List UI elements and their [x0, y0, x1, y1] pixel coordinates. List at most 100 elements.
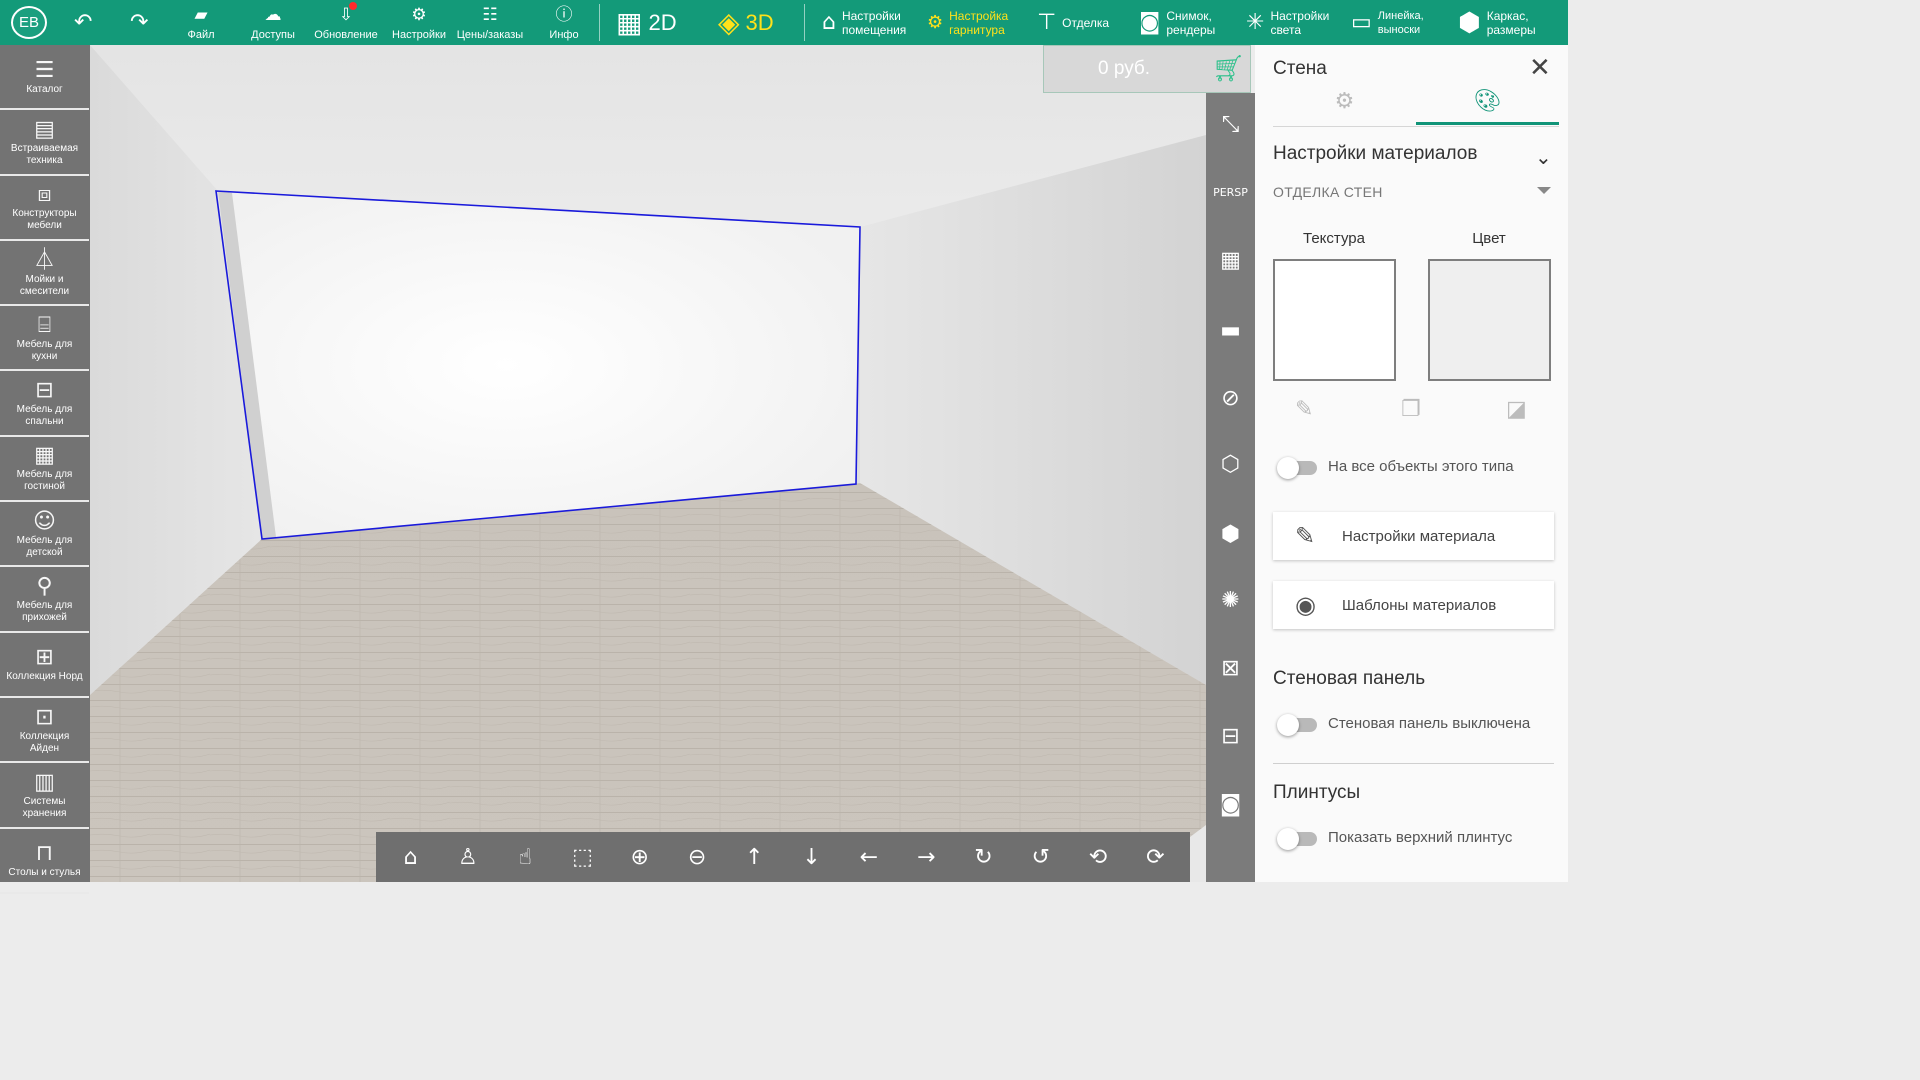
rotate-cw-button[interactable]: ↻ [963, 845, 1003, 870]
image-icon[interactable]: ▬ [1206, 313, 1255, 349]
apply-all-label: На все объекты этого типа [1328, 458, 1514, 475]
finish-button[interactable]: ⊤ Отделка [1037, 0, 1109, 45]
screenshot-icon[interactable]: ◙ [1206, 787, 1255, 823]
material-templates-button[interactable]: ◉ Шаблоны материалов [1273, 581, 1554, 629]
sidebar-item-label: Мебель для прихожей [16, 600, 73, 624]
chevron-down-icon[interactable]: ⌄ [1535, 145, 1552, 169]
material-settings-button[interactable]: ✎ Настройки материала [1273, 512, 1554, 560]
move-left-button[interactable]: ← [849, 845, 889, 870]
hide-labels-icon[interactable]: ⊟ [1206, 719, 1255, 755]
sidebar-item[interactable]: ⚲ Мебель для прихожей [0, 567, 89, 633]
sidebar-item[interactable]: ☰ Каталог [0, 45, 89, 111]
baseboard-section-title: Плинтусы [1273, 782, 1361, 803]
lightbulb-icon[interactable]: ✺ [1206, 583, 1255, 619]
sidebar-item-label: Мебель для кухни [16, 338, 73, 362]
wall-finish-select[interactable]: ОТДЕЛКА СТЕН [1273, 184, 1383, 200]
sidebar-item[interactable]: ▤ Встраиваемая техника [0, 110, 89, 176]
undo-button[interactable]: ↶ [74, 0, 92, 45]
sidebar-item-label: Системы хранения [22, 795, 67, 819]
pan-hand-button[interactable]: ☝ [505, 845, 545, 870]
settings-button[interactable]: ⚙ Настройки [388, 0, 450, 45]
cart-icon[interactable]: 🛒︎ [1212, 54, 1245, 84]
texture-swatch[interactable] [1273, 259, 1396, 381]
grid-plan-icon: ▦ [616, 6, 643, 39]
tab-materials[interactable]: 🎨︎ [1416, 89, 1559, 125]
folder-icon: ▰ [194, 5, 208, 25]
camera-icon: ◙ [1139, 10, 1161, 35]
hide-texture-icon[interactable]: ⊘ [1206, 381, 1255, 417]
rotate-ccw-button[interactable]: ↺ [1021, 845, 1061, 870]
kitchen-cabinet-icon: ⌸ [37, 312, 52, 338]
sidebar-item[interactable]: ▥ Системы хранения [0, 763, 89, 829]
view-2d-button[interactable]: ▦ 2D [616, 0, 677, 45]
color-swatch[interactable] [1428, 259, 1551, 381]
eyedropper-icon[interactable]: ✎ [1295, 397, 1313, 422]
user-avatar[interactable]: EB [11, 6, 47, 39]
info-button[interactable]: ⓘ Инфо [544, 0, 584, 45]
home-view-button[interactable]: ⌂ [391, 845, 431, 870]
catalog-sidebar: ☰ Каталог ▤ Встраиваемая техника ⧈ Конструктор… [0, 45, 90, 894]
hide-dimensions-icon[interactable]: ⊠ [1206, 651, 1255, 687]
zoom-in-button[interactable]: ⊕ [620, 845, 660, 870]
view-3d-button[interactable]: ◈ 3D [718, 0, 774, 45]
pencil-icon: ✎ [1295, 522, 1316, 550]
collapse-icon[interactable]: ⤡ [1206, 107, 1255, 143]
palette-icon: ◉ [1295, 591, 1316, 619]
sidebar-item-label: Мебель для гостиной [16, 469, 73, 493]
box-icon: ⬢ [1458, 7, 1481, 38]
sidebar-item-label: Каталог [26, 83, 63, 95]
color-label: Цвет [1472, 230, 1506, 247]
access-button[interactable]: ☁ Доступы [243, 0, 303, 45]
redo-button[interactable]: ↷ [130, 0, 148, 45]
ruler-button[interactable]: ▭ Линейка, выноски [1351, 0, 1424, 45]
sidebar-item[interactable]: ⏃ Мойки и смесители [0, 241, 89, 307]
hanger-icon: ⚲ [36, 574, 53, 600]
update-button[interactable]: ⇩ Обновление [311, 0, 381, 45]
move-right-button[interactable]: → [906, 845, 946, 870]
light-settings-button[interactable]: ✳ Настройки света [1246, 0, 1329, 45]
top-baseboard-label: Показать верхний плинтус [1328, 829, 1513, 846]
close-icon[interactable]: ✕ [1529, 53, 1551, 83]
tilt-up-button[interactable]: ⟲ [1078, 845, 1118, 870]
walk-mode-button[interactable]: ♙ [448, 845, 488, 870]
paint-bucket-icon[interactable]: ◪ [1506, 397, 1527, 422]
cloud-icon: ☁ [264, 5, 282, 25]
sidebar-item[interactable]: ⊓ Столы и стулья [0, 829, 89, 894]
gears-icon: ⚙ [927, 12, 944, 33]
room-settings-button[interactable]: ⌂ Настройки помещения [822, 0, 906, 45]
set-settings-button[interactable]: ⚙ Настройка гарнитура [927, 0, 1008, 45]
select-area-button[interactable]: ⬚ [562, 845, 602, 870]
zoom-out-button[interactable]: ⊖ [677, 845, 717, 870]
top-baseboard-toggle[interactable] [1277, 828, 1317, 850]
sidebar-item[interactable]: ☺ Мебель для детской [0, 502, 89, 568]
frame-dimensions-button[interactable]: ⬢ Каркас, размеры [1458, 0, 1536, 45]
sidebar-item[interactable]: ⊟ Мебель для спальни [0, 371, 89, 437]
tilt-down-button[interactable]: ⟳ [1135, 845, 1175, 870]
price-box[interactable]: 0 руб. 🛒︎ [1043, 45, 1251, 93]
sidebar-item[interactable]: ⌸ Мебель для кухни [0, 306, 89, 372]
perspective-toggle[interactable]: PERSP [1206, 175, 1255, 211]
sidebar-item[interactable]: ▦ Мебель для гостиной [0, 437, 89, 503]
solid-cube-icon[interactable]: ⬢ [1206, 517, 1255, 553]
grid-icon[interactable]: ▦ [1206, 243, 1255, 279]
wireframe-cube-icon[interactable]: ⬡ [1206, 447, 1255, 483]
set-settings-label: Настройка гарнитура [949, 8, 1009, 37]
copy-icon[interactable]: ❐ [1401, 397, 1421, 422]
snapshot-render-button[interactable]: ◙ Снимок, рендеры [1139, 0, 1215, 45]
move-down-button[interactable]: ↓ [792, 845, 832, 870]
sidebar-item[interactable]: ⧈ Конструкторы мебели [0, 176, 89, 241]
wall-panel-toggle[interactable] [1277, 714, 1317, 736]
file-button[interactable]: ▰ Файл [183, 0, 219, 45]
wall-panel-off-label: Стеновая панель выключена [1328, 715, 1531, 732]
navigation-toolbar: ⌂ ♙ ☝ ⬚ ⊕ ⊖ ↑ ↓ ← → ↻ ↺ ⟲ ⟳ [376, 832, 1190, 882]
section-divider [1273, 763, 1554, 764]
prices-orders-button[interactable]: ☷ Цены/заказы [452, 0, 528, 45]
dropdown-arrow-icon[interactable] [1537, 187, 1551, 194]
move-up-button[interactable]: ↑ [734, 845, 774, 870]
sidebar-item[interactable]: ⊞ Коллекция Норд [0, 633, 89, 698]
tab-settings[interactable]: ⚙ [1273, 89, 1416, 125]
apply-all-toggle[interactable] [1277, 457, 1317, 479]
sidebar-item[interactable]: ⊡ Коллекция Айден [0, 698, 89, 764]
materials-section-title: Настройки материалов [1273, 143, 1478, 164]
3d-viewport[interactable]: ⌂ ♙ ☝ ⬚ ⊕ ⊖ ↑ ↓ ← → ↻ ↺ ⟲ ⟳ [90, 45, 1206, 882]
